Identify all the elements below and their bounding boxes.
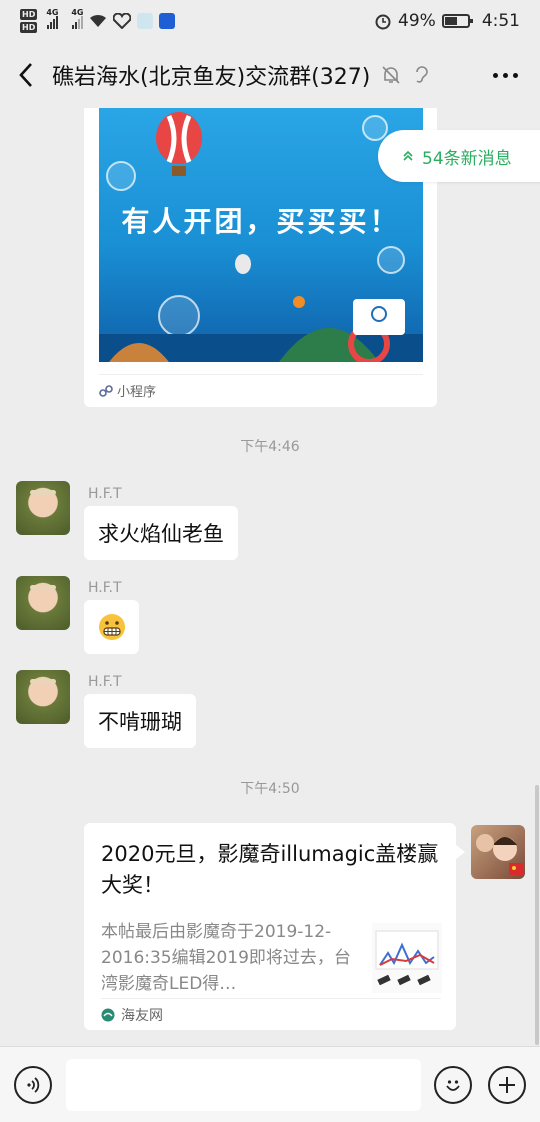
link-description: 本帖最后由影魔奇于2019-12-2016:35编辑2019即将过去，台湾影魔奇…: [101, 922, 351, 994]
message-list[interactable]: 有人开团，买买买！ 小程序 54条新消息 下午4:46 H.F.T 求火焰仙老鱼…: [0, 108, 540, 1046]
site-logo-icon: [101, 1008, 115, 1022]
more-options-button[interactable]: [470, 42, 540, 108]
emoji-button[interactable]: [434, 1066, 472, 1104]
sender-name: H.F.T: [88, 580, 122, 596]
battery-percent: 49%: [398, 11, 436, 31]
message-text: 不啃珊瑚: [98, 710, 182, 734]
mute-bell-icon: [382, 66, 400, 84]
link-thumbnail: [372, 923, 442, 993]
alarm-icon: [375, 14, 391, 30]
link-source: 海友网: [101, 998, 441, 1025]
message-bubble[interactable]: 求火焰仙老鱼: [84, 506, 238, 560]
sender-name: H.F.T: [88, 486, 122, 502]
mini-program-icon: [99, 384, 113, 397]
hd-icon: HD HD: [20, 9, 38, 33]
chat-header: 礁岩海水(北京鱼友)交流群(327): [0, 42, 540, 108]
double-chevron-up-icon: [403, 150, 413, 161]
grimace-emoji-icon: [98, 614, 125, 640]
mini-program-label: 小程序: [117, 385, 157, 400]
chat-title: 礁岩海水(北京鱼友)交流群(327): [52, 65, 371, 90]
new-messages-button[interactable]: 54条新消息: [378, 130, 540, 182]
clock: 4:51: [481, 11, 520, 31]
new-messages-label: 54条新消息: [422, 148, 512, 169]
avatar[interactable]: [16, 481, 70, 535]
sender-name: H.F.T: [88, 674, 122, 690]
voice-button[interactable]: [14, 1066, 52, 1104]
link-title: 2020元旦，影魔奇illumagic盖楼赢大奖！: [101, 842, 439, 897]
input-bar: [0, 1046, 540, 1122]
scrollbar[interactable]: [535, 785, 539, 1045]
app-notification-icon: [159, 13, 176, 29]
voice-icon: [27, 1077, 40, 1093]
smiley-icon: [446, 1080, 460, 1091]
wifi-icon: [90, 14, 107, 27]
message-bubble[interactable]: 不啃珊瑚: [84, 694, 196, 748]
app-notification-icon: [137, 13, 154, 29]
banner-text: 有人开团，买买买！: [121, 205, 401, 238]
back-button[interactable]: [0, 42, 52, 108]
battery-icon: [441, 14, 473, 28]
plus-button[interactable]: [488, 1066, 526, 1104]
health-icon: [113, 13, 132, 29]
mini-program-footer: 小程序: [99, 374, 423, 400]
message-text: 求火焰仙老鱼: [98, 522, 224, 546]
timestamp: 下午4:46: [240, 439, 300, 455]
signal-icon: 4G: [71, 8, 83, 29]
message-bubble[interactable]: [84, 600, 139, 654]
bubble-tail: [455, 844, 465, 860]
link-source-label: 海友网: [121, 1008, 163, 1024]
avatar[interactable]: [471, 825, 525, 879]
plus-icon: [499, 1077, 515, 1093]
timestamp: 下午4:50: [240, 781, 300, 797]
signal-icon: 4G: [46, 8, 58, 29]
link-share-card[interactable]: 2020元旦，影魔奇illumagic盖楼赢大奖！ 本帖最后由影魔奇于2019-…: [84, 823, 456, 1030]
status-bar: HD HD 4G 4G 49% 4:51: [0, 0, 540, 42]
avatar[interactable]: [16, 576, 70, 630]
earpiece-icon: [416, 66, 429, 83]
mini-program-banner: 有人开团，买买买！: [99, 108, 423, 362]
avatar[interactable]: [16, 670, 70, 724]
back-arrow-icon: [19, 63, 32, 87]
message-input[interactable]: [66, 1059, 421, 1111]
